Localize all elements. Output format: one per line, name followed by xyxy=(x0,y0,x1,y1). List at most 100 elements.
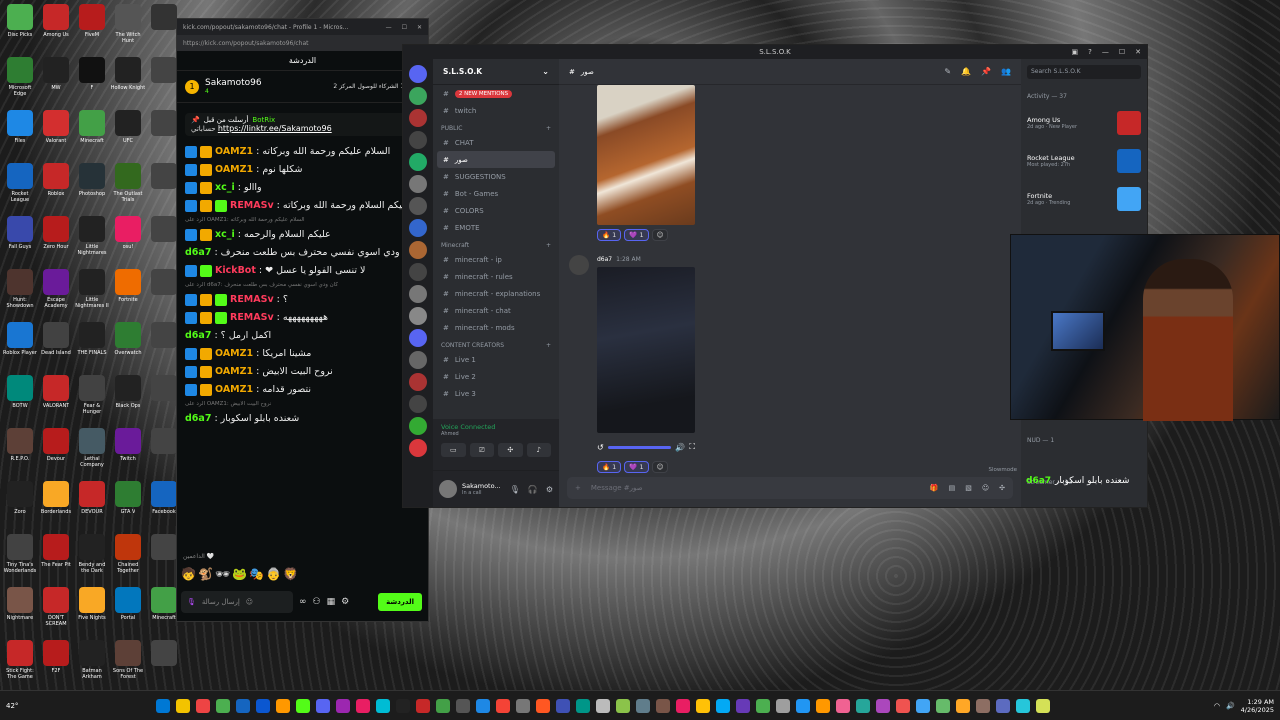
message-composer[interactable]: + Message #صور 🎁 ▤ ▧ ☺ ✣ xyxy=(567,477,1013,499)
server-icon[interactable] xyxy=(409,219,427,237)
clock[interactable]: 1:29 AM 4/26/2025 xyxy=(1241,698,1274,714)
desktop-icon[interactable]: Twitch xyxy=(110,428,146,481)
desktop-icon[interactable]: The Fear Pit xyxy=(38,534,74,587)
emoji-icon[interactable]: ☺ xyxy=(982,484,989,492)
chat-message[interactable]: OAMZ1: مشينا امريكا xyxy=(185,347,420,360)
add-attachment-icon[interactable]: + xyxy=(575,484,581,492)
settings-icon[interactable]: ⚙ xyxy=(341,597,349,607)
desktop-icon[interactable]: Sons Of The Forest xyxy=(110,640,146,693)
minimize-icon[interactable]: — xyxy=(386,24,392,31)
chat-username[interactable]: OAMZ1 xyxy=(215,365,253,378)
desktop-icon[interactable]: Roblox Player xyxy=(2,322,38,375)
chat-message[interactable]: OAMZ1: شكلها نوم xyxy=(185,163,420,176)
activity-card[interactable]: Fortnite 2d ago · Trending xyxy=(1021,180,1147,218)
server-icon[interactable] xyxy=(409,153,427,171)
desktop-icon[interactable]: Fortnite xyxy=(110,269,146,322)
desktop-icon[interactable]: Nightmare xyxy=(2,587,38,640)
add-channel-icon[interactable]: + xyxy=(546,125,551,132)
channel-twitch[interactable]: # twitch xyxy=(433,102,559,119)
search-input[interactable]: Search S.L.S.O.K xyxy=(1027,65,1141,79)
desktop-icon[interactable]: THE FINALS xyxy=(74,322,110,375)
reply-context[interactable]: الرد على d6a7: كان ودي اسوي نفسي محترف ب… xyxy=(185,282,420,288)
chat-message[interactable]: OAMZ1: نتصور قدامه xyxy=(185,383,420,396)
taskbar-app-icon[interactable] xyxy=(796,698,811,713)
channel-item[interactable]: # Live 3 xyxy=(433,385,559,402)
server-icon[interactable] xyxy=(409,373,427,391)
server-icon[interactable] xyxy=(409,395,427,413)
chat-message[interactable]: OAMZ1: السلام عليكم ورحمة الله وبركاته xyxy=(185,145,420,158)
reply-context[interactable]: الرد على OAMZ1: السلام عليكم ورحمة الله … xyxy=(185,217,420,223)
desktop-icon[interactable]: Tiny Tina's Wonderlands xyxy=(2,534,38,587)
horse-image-attachment[interactable] xyxy=(597,85,695,225)
activity-card[interactable]: Rocket League Most played: 27h xyxy=(1021,142,1147,180)
taskbar-app-icon[interactable] xyxy=(876,698,891,713)
activity-card[interactable]: Among Us 2d ago · New Player xyxy=(1021,104,1147,142)
taskbar-app-icon[interactable] xyxy=(656,698,671,713)
server-icon[interactable] xyxy=(409,131,427,149)
server-header[interactable]: S.L.S.O.K ⌄ xyxy=(433,59,559,85)
taskbar-app-icon[interactable] xyxy=(336,698,351,713)
maximize-icon[interactable]: ☐ xyxy=(402,24,407,31)
taskbar-app-icon[interactable] xyxy=(816,698,831,713)
desktop-icon[interactable]: Among Us xyxy=(38,4,74,57)
taskbar-app-icon[interactable] xyxy=(516,698,531,713)
emote-row[interactable]: 🧒🐒🕶🐸🎭👵🦁 xyxy=(181,567,300,581)
chat-message[interactable]: OAMZ1: نروح البيت الابيض xyxy=(185,365,420,378)
desktop-icon[interactable]: Roblox xyxy=(38,163,74,216)
headphones-icon[interactable]: 🎧 xyxy=(528,485,538,494)
channel-item[interactable]: # EMOTE xyxy=(433,219,559,236)
chat-message[interactable]: xc_i: عليكم السلام والرحمه xyxy=(185,228,420,241)
taskbar-app-icon[interactable] xyxy=(396,698,411,713)
taskbar-app-icon[interactable] xyxy=(216,698,231,713)
bot-name[interactable]: BotRix xyxy=(252,116,275,124)
desktop-icon[interactable]: F xyxy=(74,57,110,110)
desktop-icon[interactable]: Files xyxy=(2,110,38,163)
threads-icon[interactable]: ✎ xyxy=(944,67,951,76)
server-icon[interactable] xyxy=(409,109,427,127)
taskbar-app-icon[interactable] xyxy=(176,698,191,713)
reply-context[interactable]: الرد على OAMZ1: نروح البيت الابيض xyxy=(185,401,420,407)
taskbar-app-icon[interactable] xyxy=(356,698,371,713)
close-icon[interactable]: ✕ xyxy=(1135,45,1141,59)
desktop-icon[interactable]: Stick Fight: The Game xyxy=(2,640,38,693)
taskbar-app-icon[interactable] xyxy=(696,698,711,713)
taskbar-app-icon[interactable] xyxy=(896,698,911,713)
desktop-icon[interactable]: Dead Island xyxy=(38,322,74,375)
channel-item[interactable]: # minecraft - explanations xyxy=(433,285,559,302)
desktop-icon[interactable]: Fear & Hunger xyxy=(74,375,110,428)
taskbar-app-icon[interactable] xyxy=(476,698,491,713)
taskbar-app-icon[interactable] xyxy=(1036,698,1051,713)
channel-item[interactable]: # CHAT xyxy=(433,134,559,151)
channel-item[interactable]: # Live 2 xyxy=(433,368,559,385)
category-public[interactable]: PUBLIC + xyxy=(433,119,559,134)
chat-username[interactable]: REMASv xyxy=(230,199,274,212)
desktop-icon[interactable]: R.E.P.O. xyxy=(2,428,38,481)
channel-item[interactable]: # Live 1 xyxy=(433,351,559,368)
chat-username[interactable]: xc_i xyxy=(215,228,235,241)
channel-item[interactable]: # صور xyxy=(437,151,555,168)
message-author[interactable]: d6a7 xyxy=(597,256,612,263)
desktop-icon[interactable]: Disc Picks xyxy=(2,4,38,57)
desktop-icon[interactable]: Black Ops xyxy=(110,375,146,428)
desktop-icon[interactable]: Batman Arkham xyxy=(74,640,110,693)
avatar[interactable] xyxy=(569,255,589,275)
channel-item[interactable]: # COLORS xyxy=(433,202,559,219)
channel-item[interactable]: # minecraft - chat xyxy=(433,302,559,319)
desktop-icon[interactable]: The Outlast Trials xyxy=(110,163,146,216)
chat-message[interactable]: REMASv: وعليكم السلام ورحمة الله وبركاته xyxy=(185,199,420,212)
chat-username[interactable]: d6a7 xyxy=(185,329,211,342)
desktop-icon[interactable]: Devour xyxy=(38,428,74,481)
sticker-icon[interactable]: ▧ xyxy=(965,484,972,492)
desktop-icon[interactable]: BOTW xyxy=(2,375,38,428)
server-icon[interactable] xyxy=(409,263,427,281)
leader-username[interactable]: Sakamoto96 xyxy=(205,78,262,88)
video-attachment[interactable] xyxy=(597,267,695,433)
desktop-icon[interactable]: osu! xyxy=(110,216,146,269)
desktop-icon[interactable]: Escape Academy xyxy=(38,269,74,322)
channel-item[interactable]: # minecraft - rules xyxy=(433,268,559,285)
taskbar-app-icon[interactable] xyxy=(636,698,651,713)
taskbar-app-icon[interactable] xyxy=(756,698,771,713)
store-icon[interactable]: ▦ xyxy=(327,597,336,607)
pin-icon[interactable]: 📌 xyxy=(981,67,991,76)
gif-icon[interactable]: ▤ xyxy=(949,484,956,492)
